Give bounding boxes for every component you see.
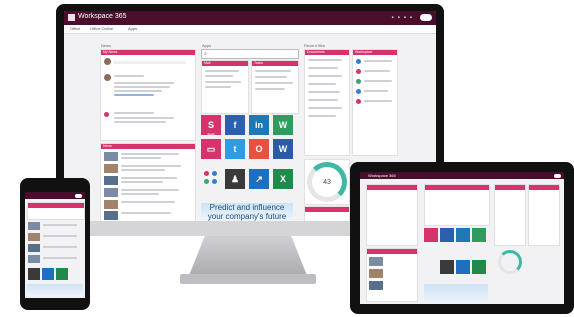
tile-share[interactable]: ↗ <box>249 169 269 189</box>
progress-gauge: 43 <box>307 162 347 202</box>
search-input[interactable]: ⌕ <box>201 49 299 59</box>
apps-list-header: Workspace <box>353 50 397 55</box>
news-thumbnail[interactable] <box>104 211 118 220</box>
tile-office[interactable]: O <box>249 139 269 159</box>
avatar <box>104 58 111 65</box>
news-thumbnail[interactable] <box>104 200 118 209</box>
tile-facebook[interactable]: f <box>225 115 245 135</box>
monitor-stand <box>188 236 308 278</box>
excel-icon[interactable] <box>204 179 209 184</box>
menu-icon[interactable] <box>68 14 75 21</box>
tablet-apps-card <box>528 184 560 246</box>
tablet-feed-card <box>366 184 418 246</box>
phone-tile-excel[interactable] <box>56 268 68 280</box>
banner-line-2: your company's future <box>207 212 287 221</box>
phone-tile-share[interactable] <box>42 268 54 280</box>
sub-navigation: Office Office Online Apps <box>64 25 436 34</box>
bell-icon <box>104 112 109 117</box>
avatar <box>104 74 111 81</box>
phone-app-bar <box>25 192 85 199</box>
mail-header: Mail <box>202 61 248 66</box>
apps-column-title: Apps <box>202 43 212 48</box>
phone-screen <box>25 192 85 298</box>
toolbar-icons[interactable]: ▪▪▪▪ <box>391 15 416 21</box>
phone-banner[interactable] <box>27 284 83 296</box>
gauge-value: 43 <box>323 179 331 186</box>
tile-twitter[interactable]: t <box>225 139 245 159</box>
monitor-foot <box>180 274 316 284</box>
promo-banner[interactable]: Predict and influence your company's fut… <box>201 203 293 221</box>
tablet-gauge <box>498 250 522 274</box>
news-thumbnail[interactable] <box>104 164 118 173</box>
news-feed-card: My News <box>100 49 196 141</box>
tile-word[interactable]: W <box>273 139 293 159</box>
tablet-app-title: Workspace 365 <box>368 173 396 178</box>
tile-linkedin[interactable]: in <box>249 115 269 135</box>
tablet-mail-card <box>424 184 490 226</box>
files-card: Documents <box>304 49 350 156</box>
search-icon: ⌕ <box>204 51 207 57</box>
tablet-files-card <box>494 184 526 246</box>
mini-card <box>304 206 350 221</box>
banner-line-1: Predict and influence <box>209 203 285 212</box>
files-column-title: Recent files <box>304 43 325 48</box>
phone-feed-card <box>27 202 85 220</box>
phone-tile-team[interactable] <box>28 268 40 280</box>
app-bar: Workspace 365 ▪▪▪▪ <box>64 11 436 25</box>
subnav-office[interactable]: Office <box>70 26 80 31</box>
tablet-tile-stack[interactable] <box>424 228 438 242</box>
tablet-tile-share[interactable] <box>456 260 470 274</box>
tablet-app-bar: Workspace 365 <box>360 172 564 179</box>
outlook-icon[interactable] <box>212 171 217 176</box>
mail-card: Mail <box>201 60 249 114</box>
app-title: Workspace 365 <box>78 13 127 20</box>
subnav-office-online[interactable]: Office Online <box>90 26 113 31</box>
tablet-tile-excel[interactable] <box>472 260 486 274</box>
office-icon[interactable] <box>204 171 209 176</box>
tile-whatsapp[interactable]: W <box>273 115 293 135</box>
tile-team[interactable]: ♟ <box>225 169 245 189</box>
news-column-title: News <box>101 43 112 48</box>
tasks-card: Tasks <box>251 60 299 114</box>
tablet-screen: Workspace 365 <box>360 172 564 304</box>
tile-stack[interactable]: S Stack <box>201 115 221 136</box>
subnav-apps[interactable]: Apps <box>128 26 137 31</box>
news-list-header: News <box>101 144 195 149</box>
tablet-tile-team[interactable] <box>440 260 454 274</box>
news-thumbnail[interactable] <box>104 176 118 185</box>
files-header: Documents <box>305 50 349 55</box>
news-feed-header: My News <box>101 50 195 55</box>
tablet-tile-whatsapp[interactable] <box>472 228 486 242</box>
post-input[interactable] <box>114 61 186 64</box>
tablet-tile-facebook[interactable] <box>440 228 454 242</box>
news-thumbnail[interactable] <box>104 188 118 197</box>
tablet-banner[interactable] <box>424 284 488 304</box>
user-toggle[interactable] <box>420 14 432 21</box>
tile-slides[interactable]: ▭ <box>201 139 221 159</box>
word-icon[interactable] <box>212 179 217 184</box>
gauge-card: 43 <box>304 159 350 205</box>
phone-user-toggle[interactable] <box>75 194 82 198</box>
tablet-news-card <box>366 248 418 302</box>
apps-list-card: Workspace <box>352 49 398 156</box>
tasks-header: Tasks <box>252 61 298 66</box>
tablet-user-toggle[interactable] <box>554 174 561 178</box>
news-list-card: News <box>100 143 196 221</box>
tile-excel[interactable]: X <box>273 169 293 189</box>
tablet-tile-linkedin[interactable] <box>456 228 470 242</box>
news-thumbnail[interactable] <box>104 152 118 161</box>
